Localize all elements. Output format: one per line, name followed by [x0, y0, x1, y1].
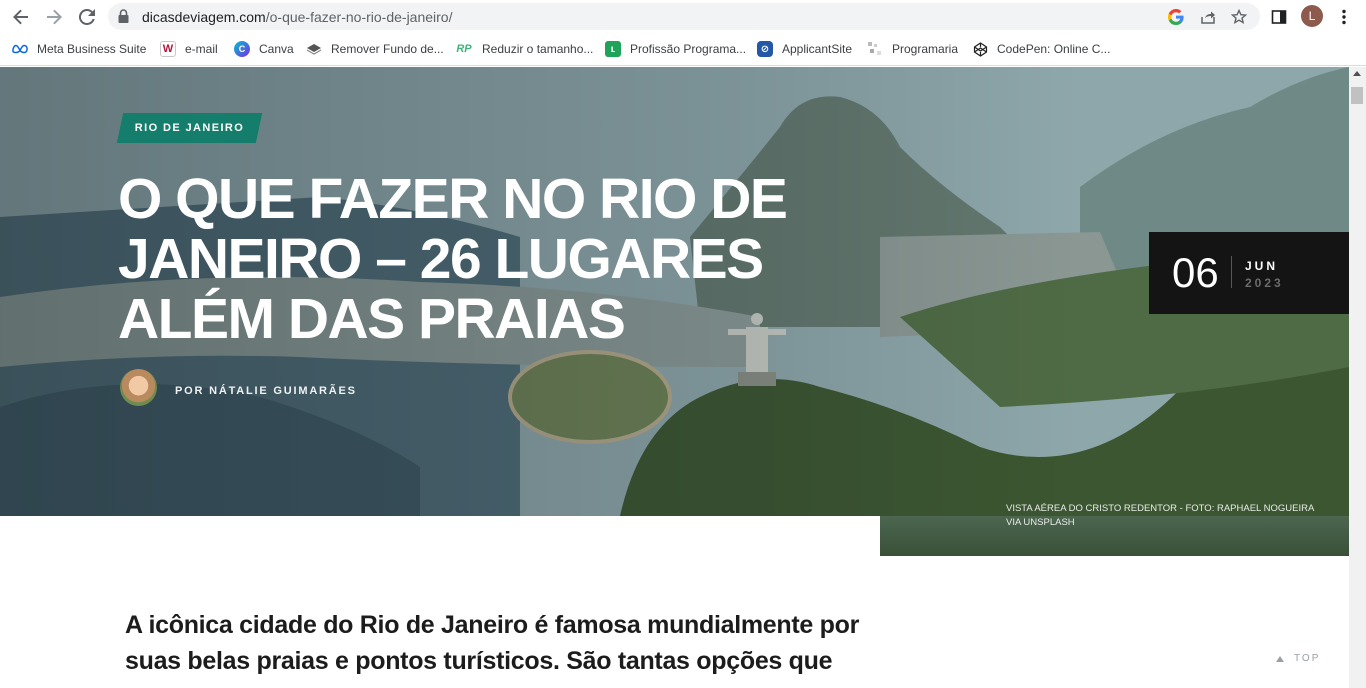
codepen-icon: [972, 41, 988, 57]
bookmark-codepen[interactable]: CodePen: Online C...: [972, 40, 1110, 58]
back-to-top-label: TOP: [1294, 653, 1321, 664]
back-icon[interactable]: [9, 5, 33, 29]
bookmark-label: Profissão Programa...: [630, 42, 747, 56]
bookmark-label: e-mail: [185, 42, 218, 56]
scrollbar[interactable]: [1349, 67, 1366, 688]
article-lead: A icônica cidade do Rio de Janeiro é fam…: [125, 611, 860, 675]
profile-avatar[interactable]: L: [1301, 5, 1323, 27]
browser-toolbar: dicasdeviagem.com/o-que-fazer-no-rio-de-…: [0, 0, 1366, 33]
article-title: O QUE FAZER NO RIO DE JANEIRO – 26 LUGAR…: [118, 167, 788, 351]
bookmark-profissao-programa[interactable]: ʟ Profissão Programa...: [605, 40, 746, 58]
date-month: JUN: [1245, 259, 1279, 273]
scroll-up-icon[interactable]: [1353, 71, 1361, 76]
url-text[interactable]: dicasdeviagem.com/o-que-fazer-no-rio-de-…: [142, 9, 453, 25]
bookmark-reduzir-tamanho[interactable]: RP Reduzir o tamanho...: [455, 40, 593, 58]
bookmark-email[interactable]: W e-mail: [160, 40, 218, 58]
date-box: 06 JUN 2023: [1149, 232, 1349, 314]
arrow-up-icon: [1276, 655, 1284, 662]
bookmark-canva[interactable]: C Canva: [234, 40, 294, 58]
bookmark-label: ApplicantSite: [782, 42, 853, 56]
author-name[interactable]: POR NÁTALIE GUIMARÃES: [175, 385, 357, 397]
date-divider: [1231, 256, 1232, 288]
meta-icon: [12, 41, 28, 57]
bookmark-label: Reduzir o tamanho...: [482, 42, 594, 56]
address-bar[interactable]: dicasdeviagem.com/o-que-fazer-no-rio-de-…: [108, 3, 1260, 30]
reload-icon[interactable]: [75, 5, 99, 29]
profissao-icon: ʟ: [605, 41, 621, 57]
lock-icon[interactable]: [118, 9, 129, 28]
email-icon: W: [160, 41, 176, 57]
bookmark-label: CodePen: Online C...: [997, 42, 1111, 56]
remove-bg-icon: [306, 41, 322, 57]
applicantsite-icon: ⊘: [757, 41, 773, 57]
bookmark-label: Canva: [259, 42, 294, 56]
bookmark-remover-fundo[interactable]: Remover Fundo de...: [306, 40, 444, 58]
menu-icon[interactable]: [1332, 5, 1356, 29]
bookmark-applicantsite[interactable]: ⊘ ApplicantSite: [757, 40, 852, 58]
bookmark-label: Remover Fundo de...: [331, 42, 444, 56]
forward-icon[interactable]: [42, 5, 66, 29]
page-viewport: RIO DE JANEIRO O QUE FAZER NO RIO DE JAN…: [0, 67, 1349, 688]
bookmarks-bar: Meta Business Suite W e-mail C Canva Rem…: [0, 33, 1366, 66]
category-label[interactable]: RIO DE JANEIRO: [120, 113, 259, 143]
rp-icon: RP: [456, 43, 472, 55]
bookmark-programaria[interactable]: Programaria: [867, 40, 958, 58]
back-to-top-button[interactable]: TOP: [1276, 653, 1320, 664]
image-caption: VISTA AÉREA DO CRISTO REDENTOR - FOTO: R…: [1006, 503, 1314, 528]
programaria-icon: [867, 41, 883, 57]
date-year: 2023: [1245, 276, 1284, 290]
hero-image: RIO DE JANEIRO O QUE FAZER NO RIO DE JAN…: [0, 67, 1349, 516]
star-icon[interactable]: [1230, 8, 1248, 26]
bookmark-label: Meta Business Suite: [37, 42, 147, 56]
canva-icon: C: [234, 41, 250, 57]
category-badge[interactable]: RIO DE JANEIRO: [116, 113, 263, 143]
google-icon[interactable]: [1167, 8, 1185, 26]
date-day: 06: [1172, 249, 1219, 296]
author-avatar[interactable]: [120, 369, 157, 406]
share-icon[interactable]: [1199, 8, 1217, 26]
bookmark-meta-business-suite[interactable]: Meta Business Suite: [12, 40, 146, 58]
scrollbar-thumb[interactable]: [1351, 87, 1363, 104]
sidepanel-icon[interactable]: [1267, 5, 1291, 29]
bookmark-label: Programaria: [892, 42, 959, 56]
